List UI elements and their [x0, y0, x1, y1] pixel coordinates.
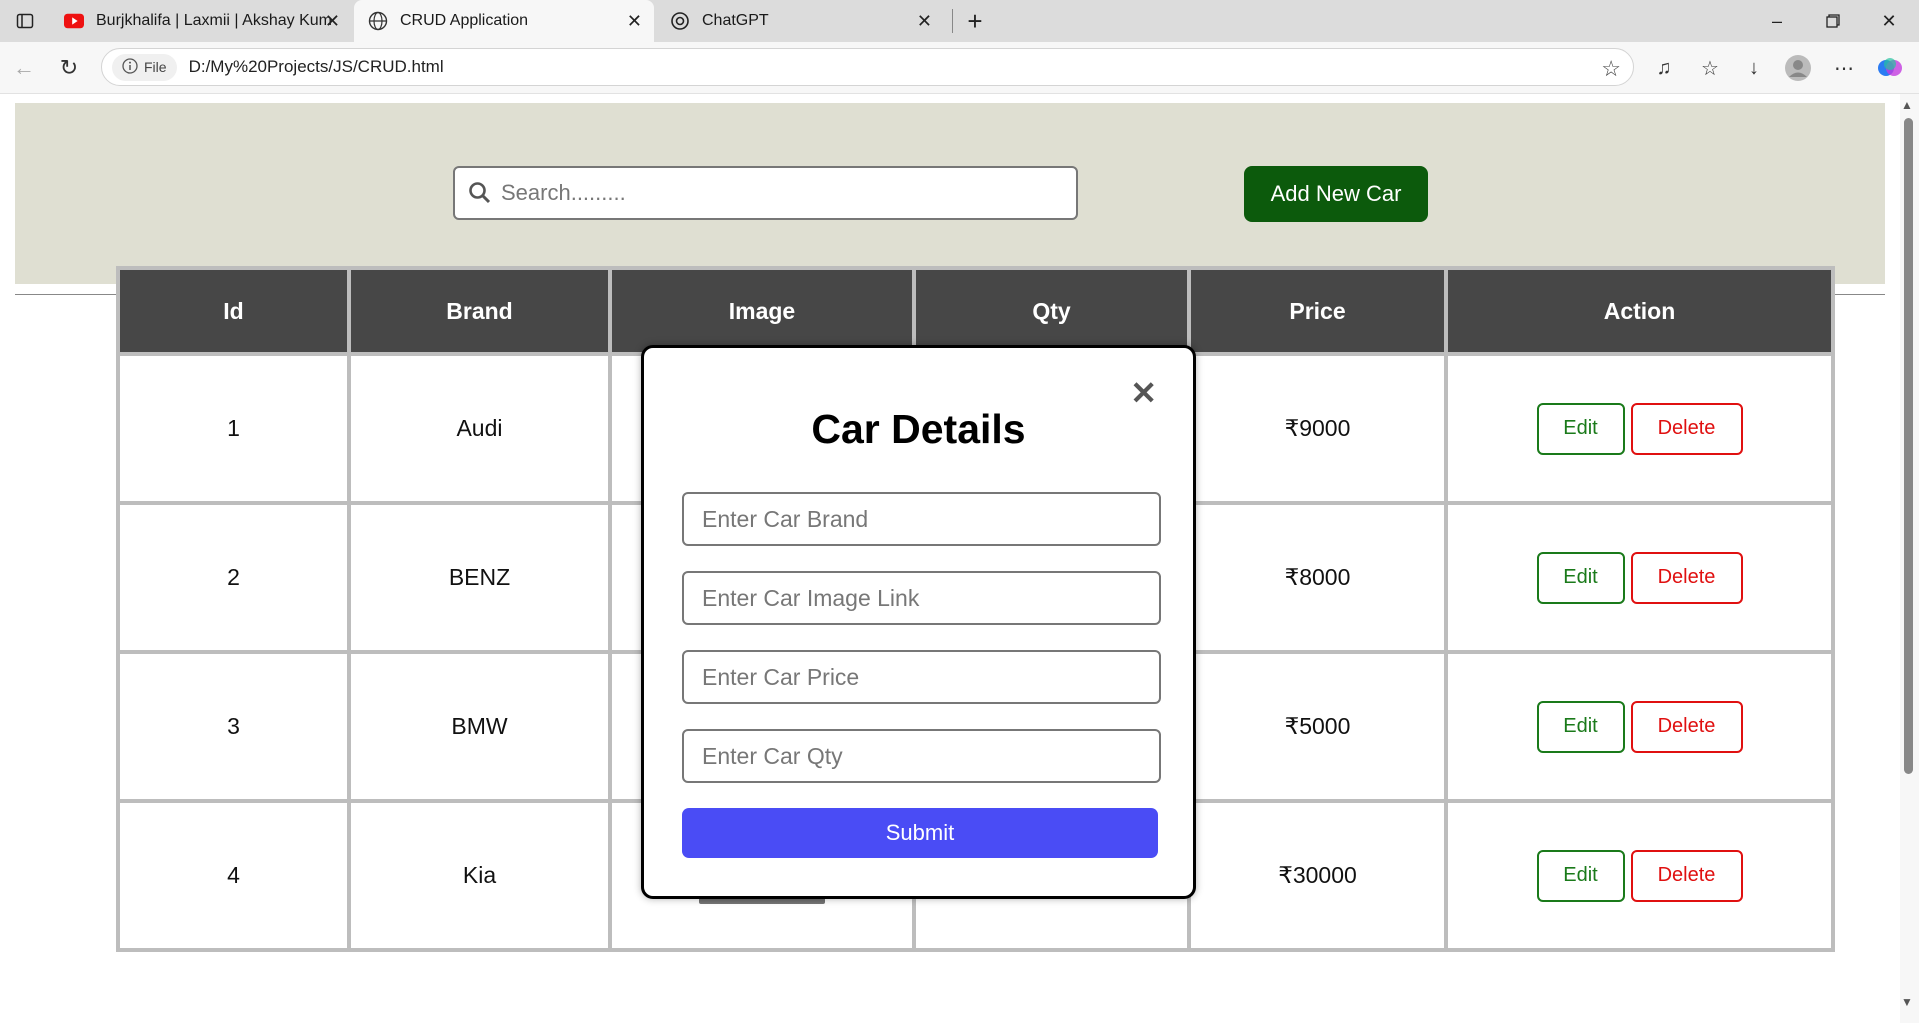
add-new-car-button[interactable]: Add New Car [1244, 166, 1428, 222]
cell-id: 3 [120, 654, 347, 799]
info-icon [122, 57, 138, 77]
delete-button[interactable]: Delete [1630, 551, 1743, 604]
address-field[interactable]: File D:/My%20Projects/JS/CRUD.html ☆ [101, 48, 1634, 86]
back-icon[interactable]: ← [8, 52, 40, 84]
edit-button[interactable]: Edit [1536, 849, 1625, 902]
search-box[interactable] [453, 166, 1078, 220]
tab-label: ChatGPT [702, 12, 769, 29]
cell-action: Edit Delete [1448, 356, 1831, 501]
file-chip-label: File [144, 59, 167, 75]
column-header-action[interactable]: Action [1448, 270, 1831, 352]
address-bar-row: ← ↻ File D:/My%20Projects/JS/CRUD.html ☆… [0, 42, 1919, 94]
cell-price: ₹30000 [1191, 803, 1444, 948]
profile-avatar-icon[interactable] [1782, 52, 1814, 84]
cell-id: 1 [120, 356, 347, 501]
download-icon[interactable]: ↓ [1738, 52, 1770, 84]
youtube-icon [64, 11, 84, 31]
car-price-field[interactable] [682, 650, 1161, 704]
cell-price: ₹8000 [1191, 505, 1444, 650]
scroll-down-icon[interactable]: ▼ [1901, 995, 1913, 1009]
media-icon[interactable]: ♫ [1648, 52, 1680, 84]
column-header-brand[interactable]: Brand [351, 270, 608, 352]
delete-button[interactable]: Delete [1630, 402, 1743, 455]
copilot-icon[interactable] [1874, 52, 1906, 84]
close-window-icon[interactable]: ✕ [1866, 0, 1912, 42]
car-image-link-field[interactable] [682, 571, 1161, 625]
search-icon [469, 182, 491, 204]
tab-label: Burjkhalifa | Laxmii | Akshay Kuma [96, 12, 332, 29]
globe-icon [368, 11, 388, 31]
cell-brand: BENZ [351, 505, 608, 650]
tab-youtube[interactable]: Burjkhalifa | Laxmii | Akshay Kuma ✕ [50, 0, 352, 42]
url-text: D:/My%20Projects/JS/CRUD.html [188, 57, 444, 76]
reload-icon[interactable]: ↻ [53, 52, 85, 84]
cell-brand: Audi [351, 356, 608, 501]
browser-tab-bar: Burjkhalifa | Laxmii | Akshay Kuma ✕ CRU… [0, 0, 1919, 42]
scrollbar-thumb[interactable] [1904, 118, 1913, 774]
cell-brand: BMW [351, 654, 608, 799]
column-header-qty[interactable]: Qty [916, 270, 1187, 352]
favorites-icon[interactable]: ☆ [1694, 52, 1726, 84]
cell-action: Edit Delete [1448, 505, 1831, 650]
car-qty-field[interactable] [682, 729, 1161, 783]
delete-button[interactable]: Delete [1630, 700, 1743, 753]
cell-brand: Kia [351, 803, 608, 948]
cell-action: Edit Delete [1448, 803, 1831, 948]
chatgpt-icon [670, 11, 690, 31]
column-header-price[interactable]: Price [1191, 270, 1444, 352]
column-header-id[interactable]: Id [120, 270, 347, 352]
modal-title: Car Details [811, 406, 1026, 452]
car-details-modal: ✕ Car Details Submit [641, 345, 1196, 899]
cell-action: Edit Delete [1448, 654, 1831, 799]
site-info-chip[interactable]: File [112, 53, 177, 81]
edit-button[interactable]: Edit [1536, 402, 1625, 455]
favorite-star-icon[interactable]: ☆ [1601, 56, 1621, 82]
new-tab-icon[interactable]: + [952, 0, 998, 42]
edit-button[interactable]: Edit [1536, 700, 1625, 753]
tab-actions-icon[interactable] [2, 0, 48, 42]
restore-icon[interactable] [1810, 0, 1856, 42]
minimize-icon[interactable]: – [1754, 0, 1800, 42]
cell-id: 2 [120, 505, 347, 650]
tab-crud-application[interactable]: CRUD Application ✕ [354, 0, 654, 42]
cell-price: ₹9000 [1191, 356, 1444, 501]
car-brand-field[interactable] [682, 492, 1161, 546]
column-header-image[interactable]: Image [612, 270, 912, 352]
more-options-icon[interactable]: ⋯ [1828, 52, 1860, 84]
table-header-row: Id Brand Image Qty Price Action [120, 270, 1831, 352]
close-tab-icon[interactable]: ✕ [627, 11, 642, 32]
submit-button[interactable]: Submit [682, 808, 1158, 858]
tab-chatgpt[interactable]: ChatGPT ✕ [656, 0, 944, 42]
edit-button[interactable]: Edit [1536, 551, 1625, 604]
cell-id: 4 [120, 803, 347, 948]
cell-price: ₹5000 [1191, 654, 1444, 799]
tab-label: CRUD Application [400, 12, 529, 29]
search-input[interactable] [501, 180, 1061, 206]
delete-button[interactable]: Delete [1630, 849, 1743, 902]
scroll-up-icon[interactable]: ▲ [1901, 98, 1913, 112]
close-tab-icon[interactable]: ✕ [325, 11, 340, 32]
close-tab-icon[interactable]: ✕ [917, 11, 932, 32]
